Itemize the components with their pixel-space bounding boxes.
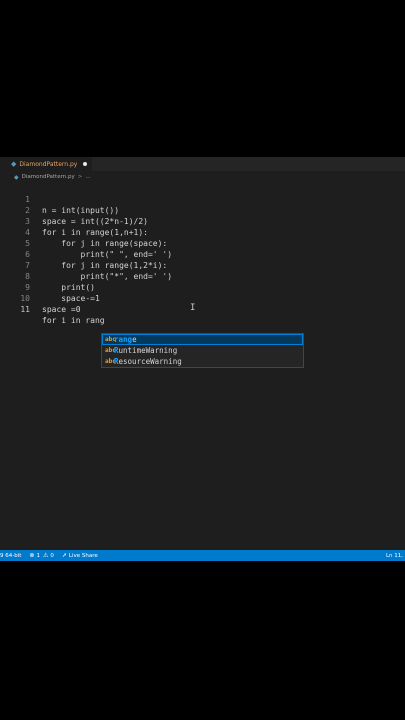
code-line[interactable]: 2 space = int((2*n-1)/2) [0, 194, 405, 226]
warning-count: 0 [50, 552, 54, 559]
line-text: space =0 [42, 305, 81, 314]
code-line[interactable]: 6 for j in range(1,2*i): [0, 238, 405, 270]
unsaved-dot-icon[interactable] [83, 162, 88, 166]
problems-indicator[interactable]: ⊗ 1 ⚠ 0 [29, 552, 53, 559]
suggestion-match: rang [114, 335, 133, 344]
breadcrumb-separator: > [77, 174, 83, 180]
line-text: for i in rang [42, 316, 105, 325]
error-icon: ⊗ [29, 552, 35, 559]
class-icon: abc [105, 358, 116, 365]
python-file-icon: ◆ [11, 160, 17, 168]
suggestion-item-range[interactable]: abc rang e [102, 334, 303, 345]
suggestion-rest: untimeWarning [118, 346, 178, 355]
code-line[interactable]: 9 space-=1 [0, 271, 405, 303]
suggestion-widget[interactable]: abc rang e abc RuntimeWarning abc Resourc… [101, 333, 304, 368]
tab-diamondpattern[interactable]: ◆ DiamondPattern.py [0, 157, 92, 171]
code-line[interactable]: 3 for i in range(1,n+1): [0, 205, 405, 237]
breadcrumb: ◆ DiamondPattern.py > ... [0, 172, 405, 182]
line-number: 11 [20, 305, 30, 314]
error-count: 1 [36, 552, 40, 559]
code-line[interactable]: 10 space =0 [0, 282, 405, 314]
live-share-icon: ➚ [61, 552, 67, 559]
code-line[interactable]: 8 print() [0, 260, 405, 292]
live-share-label: Live Share [68, 552, 98, 559]
python-file-icon: ◆ [14, 173, 19, 181]
cursor-position[interactable]: Ln 11, [386, 550, 403, 561]
breadcrumb-rest[interactable]: ... [85, 174, 90, 180]
code-line[interactable]: 5 print(" ", end=' ') [0, 227, 405, 259]
breadcrumb-file[interactable]: DiamondPattern.py [22, 174, 75, 180]
code-line-current[interactable]: 11 for i in rang [0, 293, 405, 325]
warning-icon: ⚠ [42, 552, 49, 559]
tab-bar: ◆ DiamondPattern.py [0, 157, 405, 171]
editor-window: ◆ DiamondPattern.py ◆ DiamondPattern.py … [0, 157, 405, 561]
code-line[interactable]: 4 for j in range(space): [0, 216, 405, 248]
suggestion-rest: esourceWarning [118, 357, 182, 366]
live-share-button[interactable]: ➚ Live Share [62, 552, 98, 559]
suggestion-item-runtimewarning[interactable]: abc RuntimeWarning [102, 345, 303, 356]
mouse-ibeam-icon: I [190, 303, 196, 313]
python-interpreter[interactable]: 9 64-bit [0, 553, 21, 559]
keyword-icon: abc [105, 336, 116, 343]
suggestion-rest: e [132, 335, 137, 344]
class-icon: abc [105, 347, 116, 354]
tab-title: DiamondPattern.py [19, 160, 78, 168]
code-line[interactable]: 7 print("*", end=' ') [0, 249, 405, 281]
suggestion-item-resourcewarning[interactable]: abc ResourceWarning [102, 356, 303, 367]
code-line[interactable]: 1 n = int(input()) [0, 183, 405, 215]
status-bar: 9 64-bit ⊗ 1 ⚠ 0 ➚ Live Share Ln 11, [0, 550, 405, 561]
